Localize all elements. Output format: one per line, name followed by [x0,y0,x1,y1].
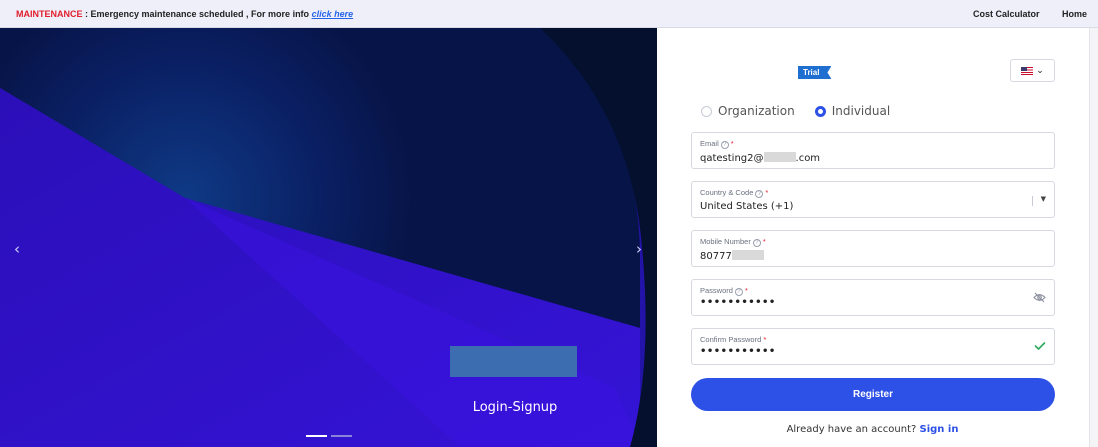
chevron-down-icon: ⌄ [1036,65,1044,76]
sign-in-link[interactable]: Sign in [920,424,959,435]
radio-individual[interactable]: Individual [814,104,891,118]
carousel-next-button[interactable]: › [636,240,642,258]
radio-individual-label: Individual [831,104,891,118]
required-asterisk: * [763,335,767,344]
mobile-value: 80777 [700,250,764,262]
maintenance-text: : Emergency maintenance scheduled , For … [82,9,312,19]
password-label: Password? * [700,286,748,296]
redacted-text [731,250,764,260]
email-value: qatesting2@ .com [700,152,820,164]
country-code-select[interactable]: Country & Code? * United States (+1) ▼ [691,181,1055,218]
eye-off-icon[interactable] [1033,292,1046,306]
eye-off-svg [1033,292,1046,303]
scrollbar[interactable] [1089,28,1098,447]
mobile-number-field[interactable]: Mobile Number? * 80777 [691,230,1055,267]
confirm-password-value: ••••••••••• [700,346,776,357]
home-link[interactable]: Home [1062,9,1087,19]
required-asterisk: * [765,188,769,197]
carousel-prev-button[interactable]: ‹ [14,240,20,258]
email-label-text: Email [700,139,719,148]
maintenance-label: MAINTENANCE [16,9,83,19]
hero-caption: Login-Signup [472,400,558,415]
signin-prompt: Already have an account? Sign in [657,424,1088,435]
confirm-password-label: Confirm Password * [700,335,766,344]
mobile-value-prefix: 80777 [700,251,732,262]
mobile-label: Mobile Number? * [700,237,766,247]
carousel-dot[interactable] [331,435,352,437]
hero-background [0,28,657,447]
required-asterisk: * [730,139,734,148]
help-icon[interactable]: ? [752,239,761,247]
radio-organization-label: Organization [718,104,795,118]
cost-calculator-link[interactable]: Cost Calculator [973,9,1040,19]
click-here-link[interactable]: click here [312,9,354,19]
email-label: Email? * [700,139,734,149]
confirm-password-field[interactable]: Confirm Password * ••••••••••• [691,328,1055,365]
caret-down-icon[interactable]: ▼ [1041,195,1046,203]
select-divider [1032,196,1033,206]
carousel-dot[interactable] [306,435,327,437]
language-select[interactable]: ⌄ [1010,59,1055,82]
password-field[interactable]: Password? * ••••••••••• [691,279,1055,316]
redacted-logo [450,346,577,377]
email-value-prefix: qatesting2@ [700,153,764,164]
redacted-text [763,152,796,162]
check-icon [1034,341,1046,354]
country-label-text: Country & Code [700,188,754,197]
account-type-group: Organization Individual [701,104,890,118]
maintenance-message: MAINTENANCE : Emergency maintenance sche… [16,9,353,19]
maintenance-bar: MAINTENANCE : Emergency maintenance sche… [0,0,1098,28]
us-flag-icon [1021,66,1034,75]
carousel-indicators [306,435,352,437]
required-asterisk: * [762,237,766,246]
required-asterisk: * [744,286,748,295]
country-label: Country & Code? * [700,188,768,198]
country-value: United States (+1) [700,201,794,212]
radio-circle[interactable] [701,105,712,117]
check-svg [1034,342,1046,350]
register-button[interactable]: Register [691,378,1055,411]
help-icon[interactable]: ? [734,288,743,296]
already-have-account-text: Already have an account? [786,424,917,435]
password-label-text: Password [700,286,733,295]
help-icon[interactable]: ? [755,190,764,198]
mobile-label-text: Mobile Number [700,237,751,246]
help-icon[interactable]: ? [720,141,729,149]
hero-carousel: ‹ › Login-Signup [0,28,657,447]
confirm-password-label-text: Confirm Password [700,335,762,344]
radio-circle-selected[interactable] [814,105,826,117]
signup-form: Trial ⌄ Organization Individual Email? * … [657,28,1098,447]
radio-organization[interactable]: Organization [701,104,795,118]
password-value: ••••••••••• [700,297,776,308]
email-value-suffix: .com [795,153,821,164]
trial-badge: Trial [798,66,832,79]
email-field[interactable]: Email? * qatesting2@ .com [691,132,1055,169]
